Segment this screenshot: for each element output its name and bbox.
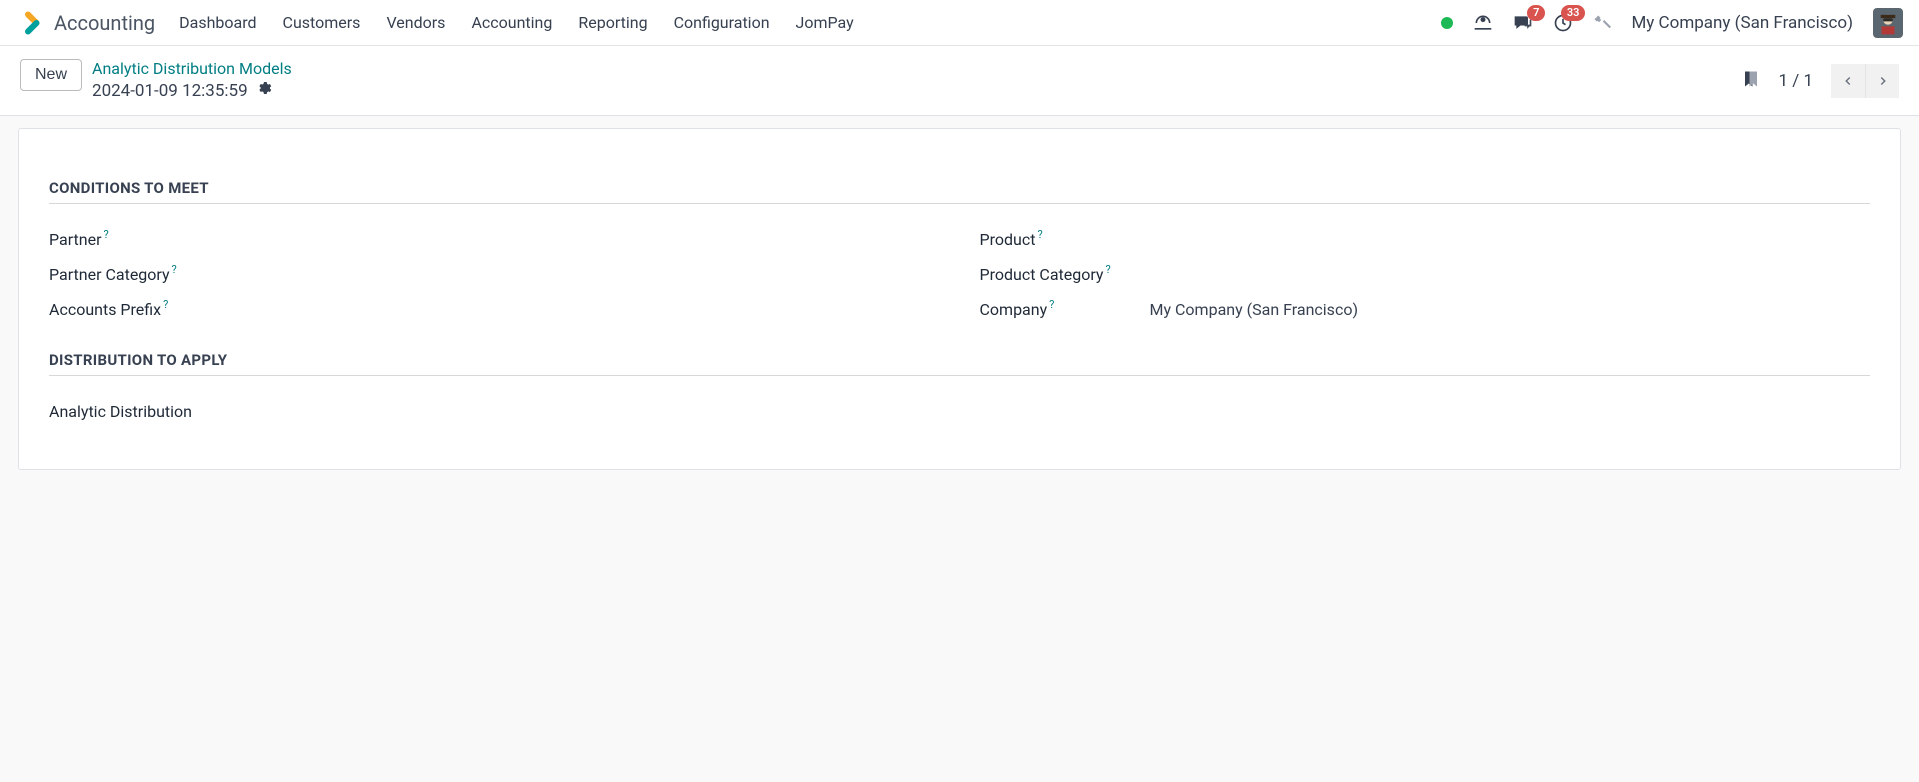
field-product-category: Product Category? [980,257,1871,292]
breadcrumb-link[interactable]: Analytic Distribution Models [92,59,292,80]
cp-left: New Analytic Distribution Models 2024-01… [20,59,292,102]
conditions-left-col: Partner? Partner Category? Accounts Pref… [49,222,940,327]
field-accounts-prefix: Accounts Prefix? [49,292,940,327]
label-company-text: Company [980,300,1048,319]
nav-item-reporting[interactable]: Reporting [578,13,647,32]
chevron-right-icon [1876,74,1890,88]
label-partner-category: Partner Category? [49,265,219,284]
control-panel: New Analytic Distribution Models 2024-01… [0,46,1919,116]
nav-item-vendors[interactable]: Vendors [386,13,445,32]
section-conditions-title: Conditions to meet [49,179,1870,204]
nav-item-dashboard[interactable]: Dashboard [179,13,256,32]
form-sheet: Conditions to meet Partner? Partner Cate… [18,128,1901,470]
field-product: Product? [980,222,1871,257]
distribution-grid: Analytic Distribution [49,394,1870,429]
label-product-category: Product Category? [980,265,1150,284]
debug-icon[interactable] [1593,14,1611,32]
record-title: 2024-01-09 12:35:59 [92,80,248,102]
conditions-grid: Partner? Partner Category? Accounts Pref… [49,222,1870,327]
help-icon[interactable]: ? [104,228,109,241]
field-analytic-distribution: Analytic Distribution [49,394,1870,429]
field-partner: Partner? [49,222,940,257]
breadcrumb: Analytic Distribution Models 2024-01-09 … [92,59,292,102]
field-company: Company? My Company (San Francisco) [980,292,1871,327]
user-avatar[interactable] [1873,8,1903,38]
label-accounts-prefix-text: Accounts Prefix [49,300,161,319]
pager-buttons [1831,64,1899,98]
nav-item-configuration[interactable]: Configuration [674,13,770,32]
support-icon[interactable] [1473,13,1493,33]
nav-item-customers[interactable]: Customers [283,13,361,32]
activities-icon[interactable]: 33 [1553,13,1573,33]
app-logo[interactable] [16,11,40,35]
label-partner-category-text: Partner Category [49,265,170,284]
label-partner-text: Partner [49,230,102,249]
chevron-left-icon [1841,74,1855,88]
field-partner-category: Partner Category? [49,257,940,292]
messages-icon[interactable]: 7 [1513,13,1533,33]
gear-icon[interactable] [256,80,272,102]
sheet-background: Conditions to meet Partner? Partner Cate… [0,116,1919,482]
messages-badge: 7 [1527,5,1545,21]
value-company[interactable]: My Company (San Francisco) [1150,300,1871,319]
conditions-right-col: Product? Product Category? Company? My C… [980,222,1871,327]
help-icon[interactable]: ? [1037,228,1042,241]
pager-next-button[interactable] [1865,64,1899,98]
pager-prev-button[interactable] [1831,64,1865,98]
label-accounts-prefix: Accounts Prefix? [49,300,219,319]
label-product-text: Product [980,230,1036,249]
nav-item-jompay[interactable]: JomPay [796,13,854,32]
nav-item-accounting[interactable]: Accounting [471,13,552,32]
nav-menu: Dashboard Customers Vendors Accounting R… [179,13,854,32]
record-title-row: 2024-01-09 12:35:59 [92,80,292,102]
pager-text[interactable]: 1 / 1 [1778,71,1813,91]
status-indicator-icon[interactable] [1441,17,1453,29]
bookmark-icon[interactable] [1742,68,1760,94]
label-product: Product? [980,230,1150,249]
cp-right: 1 / 1 [1742,64,1899,98]
help-icon[interactable]: ? [163,298,168,311]
label-product-category-text: Product Category [980,265,1104,284]
help-icon[interactable]: ? [1105,263,1110,276]
top-navbar: Accounting Dashboard Customers Vendors A… [0,0,1919,46]
help-icon[interactable]: ? [172,263,177,276]
label-company: Company? [980,300,1150,319]
activities-badge: 33 [1561,5,1586,21]
section-distribution-title: Distribution to apply [49,351,1870,376]
app-name[interactable]: Accounting [54,11,155,35]
new-button[interactable]: New [20,59,82,91]
label-partner: Partner? [49,230,219,249]
label-analytic-distribution: Analytic Distribution [49,402,259,421]
help-icon[interactable]: ? [1049,298,1054,311]
company-selector[interactable]: My Company (San Francisco) [1631,13,1853,33]
nav-right: 7 33 My Company (San Francisco) [1441,8,1903,38]
